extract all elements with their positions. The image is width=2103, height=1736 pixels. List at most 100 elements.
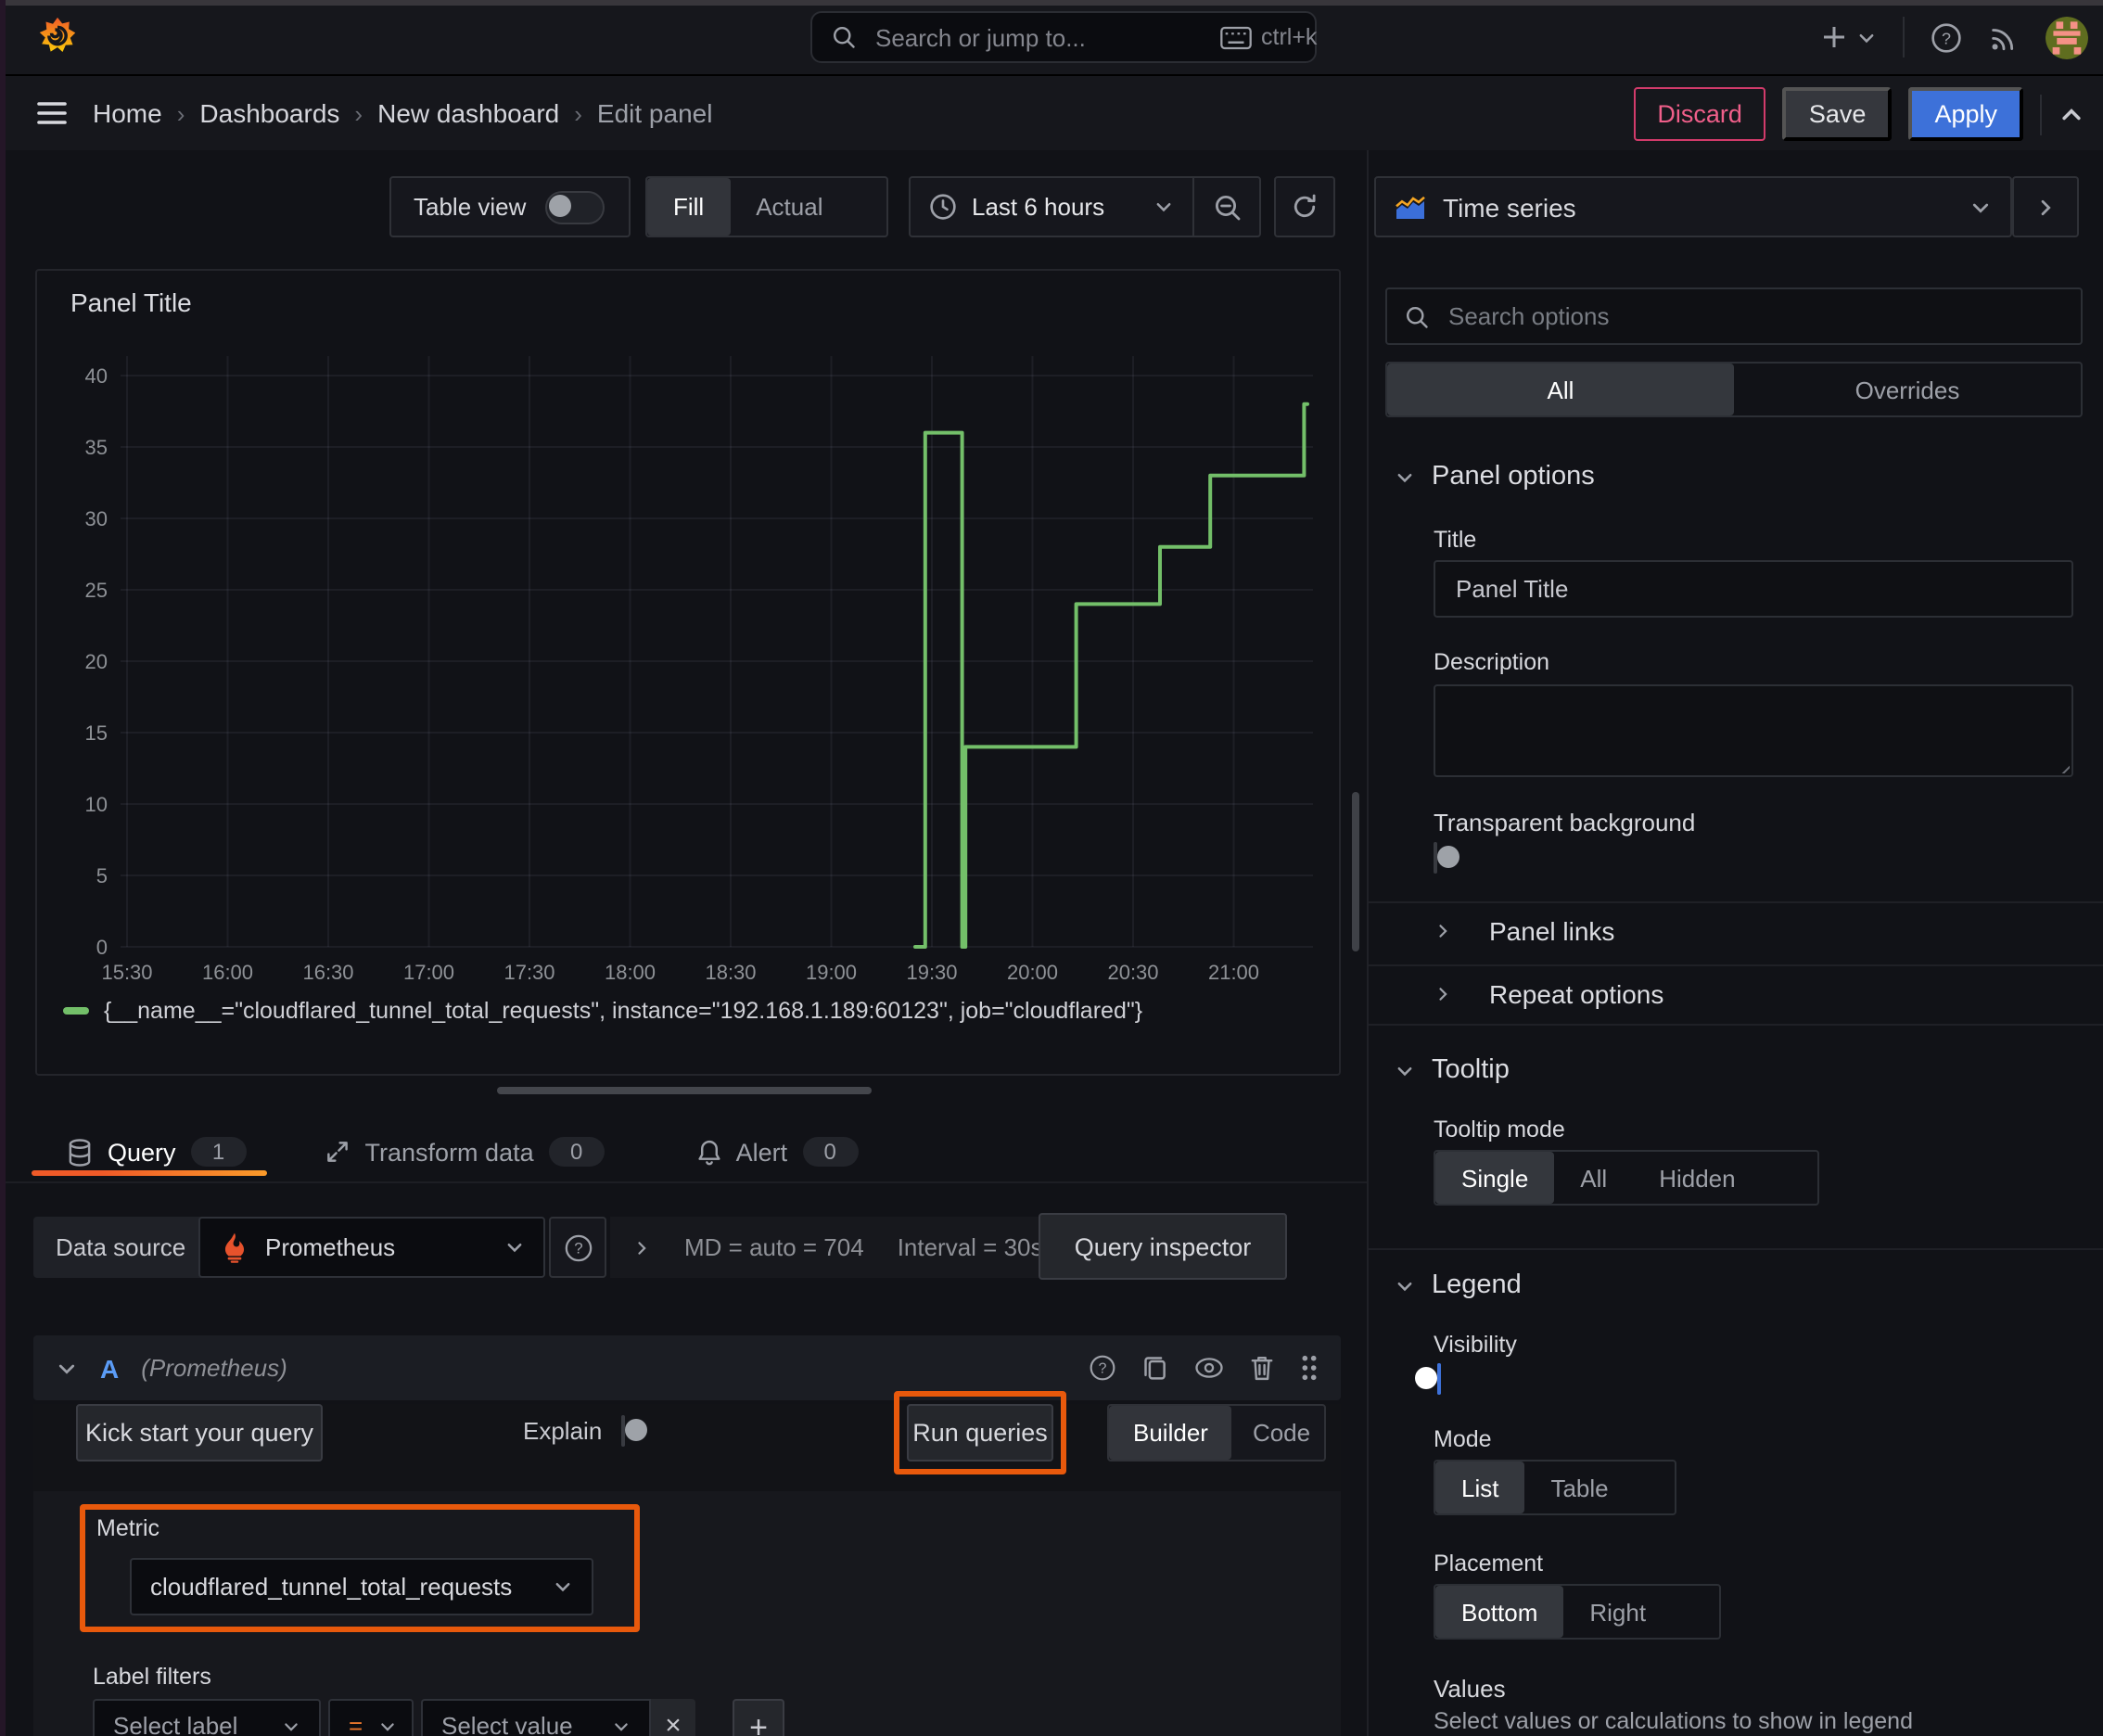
code-option[interactable]: Code: [1232, 1406, 1324, 1460]
options-search[interactable]: [1385, 287, 2083, 345]
filter-tab-overrides[interactable]: Overrides: [1734, 364, 2081, 415]
panel-title-field[interactable]: [1434, 560, 2073, 618]
zoom-out-time-icon[interactable]: [1194, 178, 1259, 236]
label-filters-label: Label filters: [93, 1664, 211, 1690]
svg-text:17:30: 17:30: [503, 961, 554, 984]
top-bar: ctrl+k ?: [0, 0, 2103, 76]
tab-alert[interactable]: Alert 0: [679, 1120, 877, 1183]
metric-label: Metric: [96, 1515, 160, 1541]
legend-placement-bottom[interactable]: Bottom: [1435, 1586, 1564, 1638]
fill-option[interactable]: Fill: [647, 178, 731, 236]
tooltip-mode-hidden[interactable]: Hidden: [1633, 1152, 1761, 1204]
tooltip-mode-all[interactable]: All: [1554, 1152, 1633, 1204]
breadcrumb-home[interactable]: Home: [93, 98, 162, 128]
svg-text:15: 15: [85, 721, 108, 745]
legend-visibility-toggle[interactable]: [1415, 1363, 1441, 1395]
datasource-picker[interactable]: Prometheus: [198, 1217, 545, 1278]
time-range-control: Last 6 hours: [909, 176, 1261, 237]
title-field-label: Title: [1434, 527, 1477, 553]
breadcrumb-separator-icon: ›: [176, 99, 185, 127]
refresh-button[interactable]: [1274, 176, 1335, 237]
section-legend-label: Legend: [1432, 1270, 1522, 1300]
tab-transform-data[interactable]: Transform data 0: [306, 1120, 623, 1183]
breadcrumb-new-dashboard[interactable]: New dashboard: [377, 98, 559, 128]
filter-tab-all[interactable]: All: [1387, 364, 1734, 415]
panel-resize-handle[interactable]: [497, 1087, 872, 1094]
section-divider: [1369, 964, 2103, 966]
legend-placement-right[interactable]: Right: [1563, 1586, 1672, 1638]
add-new-button[interactable]: [1819, 22, 1877, 52]
actual-option[interactable]: Actual: [730, 178, 848, 236]
global-search[interactable]: ctrl+k: [810, 11, 1317, 63]
global-search-input[interactable]: [872, 21, 1205, 53]
legend-mode-control: List Table: [1434, 1460, 1676, 1515]
apply-button[interactable]: Apply: [1908, 87, 2023, 141]
clock-icon: [929, 193, 957, 221]
select-value-dropdown[interactable]: Select value: [421, 1699, 651, 1736]
datasource-help-button[interactable]: ?: [549, 1217, 606, 1278]
query-row-header[interactable]: A (Prometheus) ?: [33, 1335, 1341, 1400]
remove-filter-button[interactable]: ×: [651, 1699, 695, 1736]
topbar-divider: [1903, 17, 1905, 57]
svg-text:18:30: 18:30: [705, 961, 756, 984]
table-view-toggle[interactable]: [544, 190, 605, 223]
discard-button[interactable]: Discard: [1633, 87, 1766, 141]
chevron-down-icon[interactable]: [56, 1357, 78, 1379]
section-divider: [1369, 1024, 2103, 1026]
add-filter-button[interactable]: +: [733, 1699, 784, 1736]
chevron-down-icon: [612, 1717, 631, 1735]
kick-start-query-button[interactable]: Kick start your query: [76, 1404, 323, 1462]
select-label-dropdown[interactable]: Select label: [93, 1699, 321, 1736]
metric-select[interactable]: cloudflared_tunnel_total_requests: [130, 1558, 593, 1615]
legend-mode-list[interactable]: List: [1435, 1462, 1525, 1513]
chart-legend[interactable]: {__name__="cloudflared_tunnel_total_requ…: [63, 998, 1142, 1024]
disable-query-eye-icon[interactable]: [1194, 1356, 1224, 1380]
chevron-down-icon: [1395, 466, 1415, 487]
save-button[interactable]: Save: [1782, 87, 1893, 141]
transform-icon: [325, 1139, 350, 1165]
svg-text:0: 0: [96, 936, 108, 959]
run-queries-button[interactable]: Run queries: [907, 1404, 1053, 1462]
query-options-row[interactable]: MD = auto = 704 Interval = 30s: [610, 1217, 1070, 1278]
transparent-background-toggle[interactable]: [1434, 842, 1459, 874]
help-icon[interactable]: ?: [1931, 21, 1962, 53]
section-legend[interactable]: Legend: [1395, 1270, 1522, 1300]
svg-text:16:00: 16:00: [202, 961, 253, 984]
menu-hamburger-icon[interactable]: [37, 100, 67, 126]
panel-description-textarea[interactable]: [1434, 684, 2073, 777]
collapse-pane-button[interactable]: [2012, 176, 2079, 237]
section-repeat-options[interactable]: Repeat options: [1434, 979, 1663, 1009]
svg-text:5: 5: [96, 864, 108, 887]
breadcrumb-dashboards[interactable]: Dashboards: [199, 98, 339, 128]
section-tooltip[interactable]: Tooltip: [1395, 1055, 1510, 1085]
grafana-logo-icon[interactable]: [37, 17, 78, 57]
scrollbar-thumb[interactable]: [1352, 792, 1359, 951]
news-rss-icon[interactable]: [1988, 21, 2020, 53]
delete-query-trash-icon[interactable]: [1250, 1354, 1274, 1382]
time-series-chart[interactable]: 0 5 10 15 20 25 30 35 40 15:30 16:00 16:30 17:00 17:3…: [37, 271, 1339, 1013]
textarea-resize-handle[interactable]: [2053, 757, 2070, 773]
user-avatar[interactable]: [2046, 16, 2088, 58]
visualization-picker[interactable]: Time series: [1374, 176, 2012, 237]
section-panel-options[interactable]: Panel options: [1395, 462, 1595, 491]
duplicate-query-icon[interactable]: [1142, 1354, 1168, 1382]
legend-mode-table[interactable]: Table: [1524, 1462, 1634, 1513]
builder-option[interactable]: Builder: [1109, 1406, 1232, 1460]
panel-edit-area: Table view Fill Actual Last 6 hours Pane…: [0, 150, 1367, 1736]
collapse-options-chevron-up-icon[interactable]: [2058, 101, 2084, 127]
query-help-icon[interactable]: ?: [1089, 1354, 1116, 1382]
operator-value: =: [349, 1712, 363, 1736]
options-search-input[interactable]: [1445, 300, 2064, 332]
panel-title-input[interactable]: [1452, 573, 2055, 605]
query-inspector-button[interactable]: Query inspector: [1039, 1213, 1287, 1280]
explain-toggle[interactable]: [621, 1415, 647, 1447]
section-panel-links[interactable]: Panel links: [1434, 916, 1614, 946]
operator-dropdown[interactable]: =: [328, 1699, 414, 1736]
drag-handle-icon[interactable]: [1300, 1354, 1319, 1382]
tooltip-mode-single[interactable]: Single: [1435, 1152, 1555, 1204]
time-range-picker[interactable]: Last 6 hours: [911, 193, 1192, 221]
chevron-down-icon: [1153, 197, 1174, 217]
svg-text:17:00: 17:00: [403, 961, 454, 984]
search-icon: [1404, 303, 1430, 329]
chevron-down-icon: [377, 1717, 396, 1735]
